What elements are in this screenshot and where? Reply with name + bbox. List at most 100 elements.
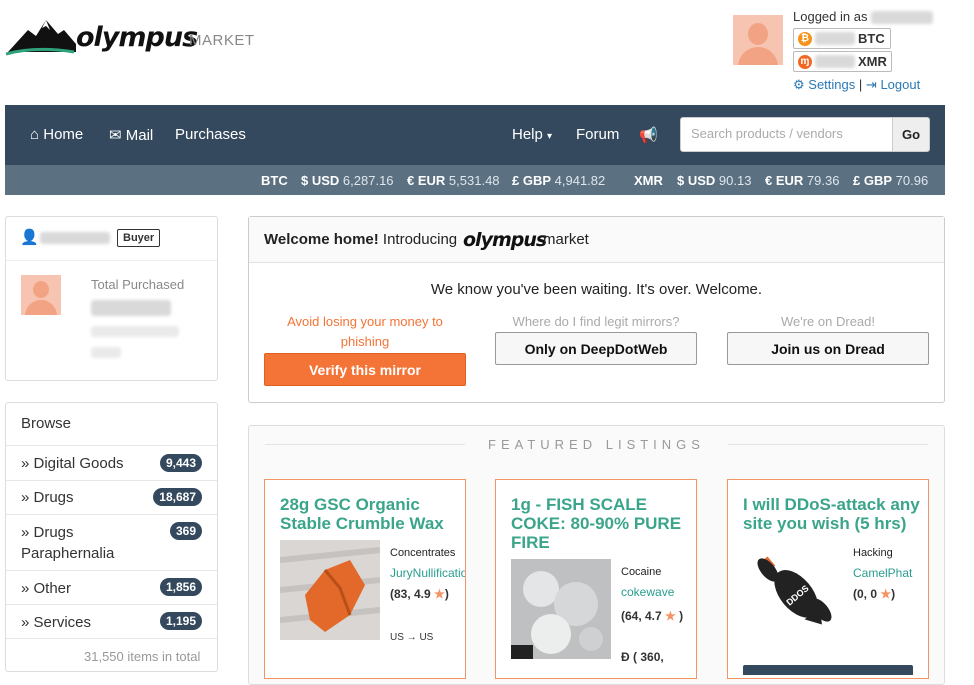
rate-btc-usd-label: $ USD xyxy=(301,173,340,188)
star-icon: ★ xyxy=(434,587,445,601)
user-icon: 👤 xyxy=(20,229,39,246)
nav-purchases[interactable]: Purchases xyxy=(175,126,246,143)
username-redacted xyxy=(871,11,934,25)
logout-label: Logout xyxy=(880,77,921,92)
brand-market-label: MARKET xyxy=(189,32,255,49)
mirrors-question-label: Where do I find legit mirrors? xyxy=(512,314,680,329)
rate-xmr-usd-value: 90.13 xyxy=(718,173,752,188)
join-dread-button[interactable]: Join us on Dread xyxy=(727,332,929,365)
listing-buy-button[interactable] xyxy=(743,665,913,675)
logged-in-text: Logged in as xyxy=(793,9,868,24)
deepdotweb-button[interactable]: Only on DeepDotWeb xyxy=(495,332,697,365)
olympus-mountain-logo[interactable] xyxy=(6,14,76,56)
rate-xmr-eur-label: € EUR xyxy=(765,173,804,188)
listing-title[interactable]: I will DDoS-attack any site you wish (5 … xyxy=(743,495,923,533)
exchange-rate-bar: BTC $ USD 6,287.16 € EUR 5,531.48 £ GBP … xyxy=(5,165,945,195)
verify-mirror-button[interactable]: Verify this mirror xyxy=(264,353,466,386)
link-separator: | xyxy=(858,77,863,92)
header-rule-right xyxy=(728,444,928,445)
rating-text: (0, 0 xyxy=(853,587,878,601)
star-icon: ★ xyxy=(665,609,676,623)
nav-help-label: Help xyxy=(512,126,543,143)
btc-balance[interactable]: ₿ BTC xyxy=(793,28,891,49)
listing-card[interactable]: I will DDoS-attack any site you wish (5 … xyxy=(727,479,929,679)
listing-rating: (83, 4.9 ★) xyxy=(390,587,449,601)
listing-shipping: US → US xyxy=(390,632,434,643)
xmr-balance[interactable]: ɱ XMR xyxy=(793,51,892,72)
category-other[interactable]: » Other 1,856 xyxy=(6,570,217,604)
xmr-amount-redacted xyxy=(815,55,855,68)
settings-link[interactable]: ⚙ Settings xyxy=(793,77,855,92)
category-count-badge: 369 xyxy=(169,522,202,540)
category-divider xyxy=(6,638,217,639)
logout-link[interactable]: ⇥ Logout xyxy=(866,77,920,92)
nav-home-label: Home xyxy=(43,126,84,143)
bullhorn-icon: 📢 xyxy=(639,127,658,144)
category-count-badge: 9,443 xyxy=(159,454,202,472)
category-digital-goods[interactable]: » Digital Goods 9,443 xyxy=(6,445,217,480)
nav-mail[interactable]: ✉ Mail xyxy=(109,126,153,144)
listing-image-wax[interactable] xyxy=(280,540,380,640)
listing-vendor-link[interactable]: cokewave xyxy=(621,585,696,599)
category-label: » Drugs Paraphernalia xyxy=(21,524,115,562)
star-icon: ★ xyxy=(880,587,892,601)
phishing-warning-label: Avoid losing your money to phishing xyxy=(287,314,443,349)
purchase-detail-redacted-2 xyxy=(91,347,121,358)
nav-home[interactable]: ⌂ Home xyxy=(30,126,83,143)
listing-card[interactable]: 1g - FISH SCALE COKE: 80-90% PURE FIRE C… xyxy=(495,479,697,679)
category-drugs-paraphernalia[interactable]: » Drugs Paraphernalia 369 xyxy=(6,514,217,570)
logged-in-label: Logged in as xyxy=(793,9,934,25)
listing-rating-secondary: Ɖ ( 360, xyxy=(621,650,664,664)
nav-help-dropdown[interactable]: Help ▾ xyxy=(512,126,552,143)
rate-xmr-label: XMR xyxy=(634,173,663,188)
welcome-title: Welcome home! Introducing xyxy=(264,231,457,248)
envelope-icon: ✉ xyxy=(109,127,122,144)
search-go-button[interactable]: Go xyxy=(892,117,930,152)
nav-announcements[interactable]: 📢 xyxy=(639,126,658,144)
total-purchased-redacted xyxy=(91,300,171,316)
rate-xmr-eur-value: 79.36 xyxy=(806,173,840,188)
rate-xmr-text: XMR xyxy=(634,173,663,188)
bitcoin-icon: ₿ xyxy=(798,31,812,46)
purchase-detail-redacted xyxy=(91,326,179,337)
listing-rating: (0, 0 ★) xyxy=(853,587,895,601)
btc-amount-redacted xyxy=(815,32,855,45)
home-icon: ⌂ xyxy=(30,126,40,143)
listing-title[interactable]: 1g - FISH SCALE COKE: 80-90% PURE FIRE xyxy=(511,495,691,552)
listing-image-ddos[interactable]: DDOS xyxy=(743,540,843,640)
listing-title[interactable]: 28g GSC Organic Stable Crumble Wax xyxy=(280,495,460,533)
rating-close: ) xyxy=(679,609,684,623)
listing-card[interactable]: 28g GSC Organic Stable Crumble Wax Conce… xyxy=(264,479,466,679)
category-drugs[interactable]: » Drugs 18,687 xyxy=(6,480,217,514)
rating-text: (83, 4.9 xyxy=(390,587,431,601)
gear-icon: ⚙ xyxy=(793,77,805,92)
rating-close: ) xyxy=(444,587,449,601)
category-label: » Drugs xyxy=(21,489,74,506)
account-links: ⚙ Settings | ⇥ Logout xyxy=(793,77,920,93)
items-total: 31,550 items in total xyxy=(84,649,201,664)
welcome-market: market xyxy=(543,231,589,248)
category-count-badge: 1,856 xyxy=(159,578,202,596)
user-panel-avatar xyxy=(21,275,61,315)
category-services[interactable]: » Services 1,195 xyxy=(6,604,217,638)
dread-d-icon: Ɖ xyxy=(621,650,630,664)
listing-vendor-link[interactable]: CamelPhat xyxy=(853,566,928,580)
xmr-currency-label: XMR xyxy=(858,54,887,69)
listing-vendor-link[interactable]: JuryNullification xyxy=(390,566,465,580)
welcome-title-bold: Welcome home! xyxy=(264,231,379,248)
rate-xmr-eur: € EUR 79.36 xyxy=(765,173,839,188)
username-redacted-panel xyxy=(40,232,110,244)
listing-category: Concentrates xyxy=(390,547,456,559)
brand-name[interactable]: olympus xyxy=(76,22,198,53)
browse-title: Browse xyxy=(21,415,72,432)
category-count-badge: 1,195 xyxy=(159,612,202,630)
rate-btc-usd-value: 6,287.16 xyxy=(342,173,394,188)
listing-category: Cocaine xyxy=(621,566,662,578)
search-input[interactable]: Search products / vendors xyxy=(680,117,893,152)
nav-forum[interactable]: Forum xyxy=(576,126,619,143)
category-label: » Digital Goods xyxy=(21,455,124,472)
rate-btc-eur-value: 5,531.48 xyxy=(448,173,500,188)
listing-category: Hacking xyxy=(853,547,893,559)
category-count-badge: 18,687 xyxy=(153,488,202,506)
listing-image-coke[interactable] xyxy=(511,559,611,659)
